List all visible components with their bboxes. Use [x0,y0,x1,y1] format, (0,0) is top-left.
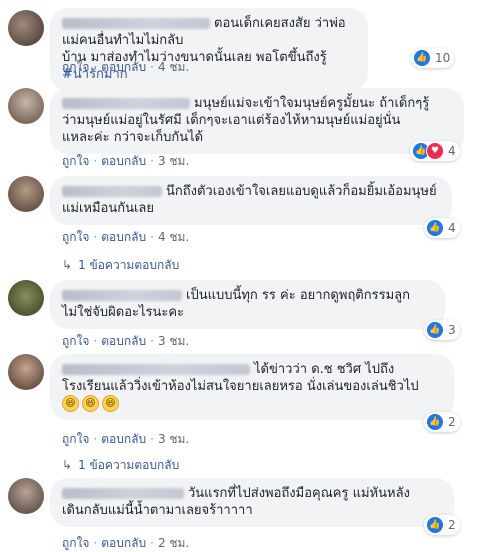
reaction-count: 2 [448,518,456,532]
comment-text-line: เป็นแบบนี้ทุก รร ค่ะ อยากดูพฤติกรรมลูก [186,288,410,303]
avatar[interactable] [8,354,44,390]
commenter-name-blurred[interactable] [62,290,182,301]
like-link[interactable]: ถูกใจ [62,60,89,74]
reaction-summary[interactable]: 👍 ♥ 4 [410,141,460,161]
comment-timestamp[interactable]: 2 ชม. [158,536,189,550]
view-replies-link[interactable]: ↳ 1 ข้อความตอบกลับ [62,256,179,275]
like-link[interactable]: ถูกใจ [62,536,89,550]
love-reaction-icon: ♥ [426,142,444,160]
like-reaction-icon: 👍 [426,413,444,431]
reaction-summary[interactable]: 👍 2 [424,515,460,535]
reply-link[interactable]: ตอบกลับ [101,536,146,550]
avatar[interactable] [8,478,44,514]
commenter-name-blurred[interactable] [62,488,184,499]
reaction-summary[interactable]: 👍 10 [411,48,455,68]
comment-text-line: โรงเรียนแล้ววิ่งเข้าห้องไม่สนใจยายเลยหรอ… [62,379,419,394]
comment-timestamp[interactable]: 3 ชม. [158,154,189,168]
comment-text-line: ไม่ใช่จับผิดอะไรนะคะ [62,305,185,320]
comment-timestamp[interactable]: 4 ชม. [158,230,189,244]
comment-actions: ถูกใจ · ตอบกลับ · 2 ชม. [62,536,190,550]
reply-link[interactable]: ตอบกลับ [101,334,146,348]
reaction-count: 4 [448,144,456,158]
comment-bubble: เป็นแบบนี้ทุก รร ค่ะ อยากดูพฤติกรรมลูก ไ… [50,280,445,329]
comment-text-line: เดินกลับแม่นี้น้ำตามาเลยจร้าาาาา [62,503,253,518]
like-link[interactable]: ถูกใจ [62,432,89,446]
comment-text-line: แหละค่ะ กว่าจะเก็บกันได้ [62,130,204,145]
laughing-emoji-icon: 😆 [62,395,79,412]
comment-actions: ถูกใจ · ตอบกลับ · 4 ชม. [62,230,190,244]
like-reaction-icon: 👍 [426,321,444,339]
comment-text-line: นึกถึงตัวเองเข้าใจเลยแอบดูแล้วก็อมยิ้มเอ… [166,184,437,199]
reaction-count: 4 [448,221,456,235]
avatar[interactable] [8,176,44,212]
reaction-summary[interactable]: 👍 4 [424,218,460,238]
comment-timestamp[interactable]: 3 ชม. [158,432,189,446]
like-link[interactable]: ถูกใจ [62,334,89,348]
comment-timestamp[interactable]: 4 ชม. [158,60,189,74]
comment-text-line: มนุษย์แม่จะเข้าใจมนุษย์ครูมั้ยนะ ถ้าเด็ก… [194,96,430,111]
replies-count-label: 1 ข้อความตอบกลับ [78,258,180,272]
comment-text-line: แม่เหมือนกันเลย [62,201,155,216]
avatar[interactable] [8,280,44,316]
view-replies-link[interactable]: ↳ 1 ข้อความตอบกลับ [62,456,179,475]
comment-bubble: ตอนเด็กเคยสงสัย ว่าพ่อแม่คนอื่นทำไมไม่กล… [50,8,368,91]
comment-actions: ถูกใจ · ตอบกลับ · 4 ชม. [62,60,190,74]
commenter-name-blurred[interactable] [62,98,190,109]
comment-text-line: ว่ามนุษย์แม่อยู่ในรัศมี เด็กๆจะเอาแต่ร้อ… [62,113,401,128]
laughing-emoji-icon: 😆 [82,395,99,412]
reply-link[interactable]: ตอบกลับ [101,154,146,168]
commenter-name-blurred[interactable] [62,18,210,29]
like-link[interactable]: ถูกใจ [62,230,89,244]
reply-arrow-icon: ↳ [62,458,73,472]
reply-link[interactable]: ตอบกลับ [101,432,146,446]
reaction-count: 2 [448,415,456,429]
reaction-count: 3 [448,323,456,337]
reply-arrow-icon: ↳ [62,258,73,272]
like-link[interactable]: ถูกใจ [62,154,89,168]
comment-bubble: ได้ข่าวว่า ด.ช ชวิศ ไปถึง โรงเรียนแล้ววิ… [50,354,454,420]
comment-actions: ถูกใจ · ตอบกลับ · 3 ชม. [62,154,190,168]
like-reaction-icon: 👍 [426,516,444,534]
reaction-summary[interactable]: 👍 2 [424,412,460,432]
like-reaction-icon: 👍 [413,49,431,67]
replies-count-label: 1 ข้อความตอบกลับ [78,458,180,472]
comment-text-line: ได้ข่าวว่า ด.ช ชวิศ ไปถึง [254,362,395,377]
reaction-summary[interactable]: 👍 3 [424,320,460,340]
reply-link[interactable]: ตอบกลับ [101,60,146,74]
avatar[interactable] [8,10,44,46]
commenter-name-blurred[interactable] [62,186,162,197]
comment-bubble: มนุษย์แม่จะเข้าใจมนุษย์ครูมั้ยนะ ถ้าเด็ก… [50,88,464,154]
comment-bubble: วันแรกที่ไปส่งพอถึงมือคุณครู แม่หันหลัง … [50,478,454,527]
comment-text-line: วันแรกที่ไปส่งพอถึงมือคุณครู แม่หันหลัง [188,486,410,501]
reaction-count: 10 [435,51,451,65]
comment-actions: ถูกใจ · ตอบกลับ · 3 ชม. [62,334,190,348]
comment-timestamp[interactable]: 3 ชม. [158,334,189,348]
like-reaction-icon: 👍 [426,219,444,237]
commenter-name-blurred[interactable] [62,364,250,375]
avatar[interactable] [8,88,44,124]
comment-bubble: นึกถึงตัวเองเข้าใจเลยแอบดูแล้วก็อมยิ้มเอ… [50,176,452,225]
laughing-emoji-icon: 😆 [102,395,119,412]
comment-actions: ถูกใจ · ตอบกลับ · 3 ชม. [62,432,190,446]
reply-link[interactable]: ตอบกลับ [101,230,146,244]
